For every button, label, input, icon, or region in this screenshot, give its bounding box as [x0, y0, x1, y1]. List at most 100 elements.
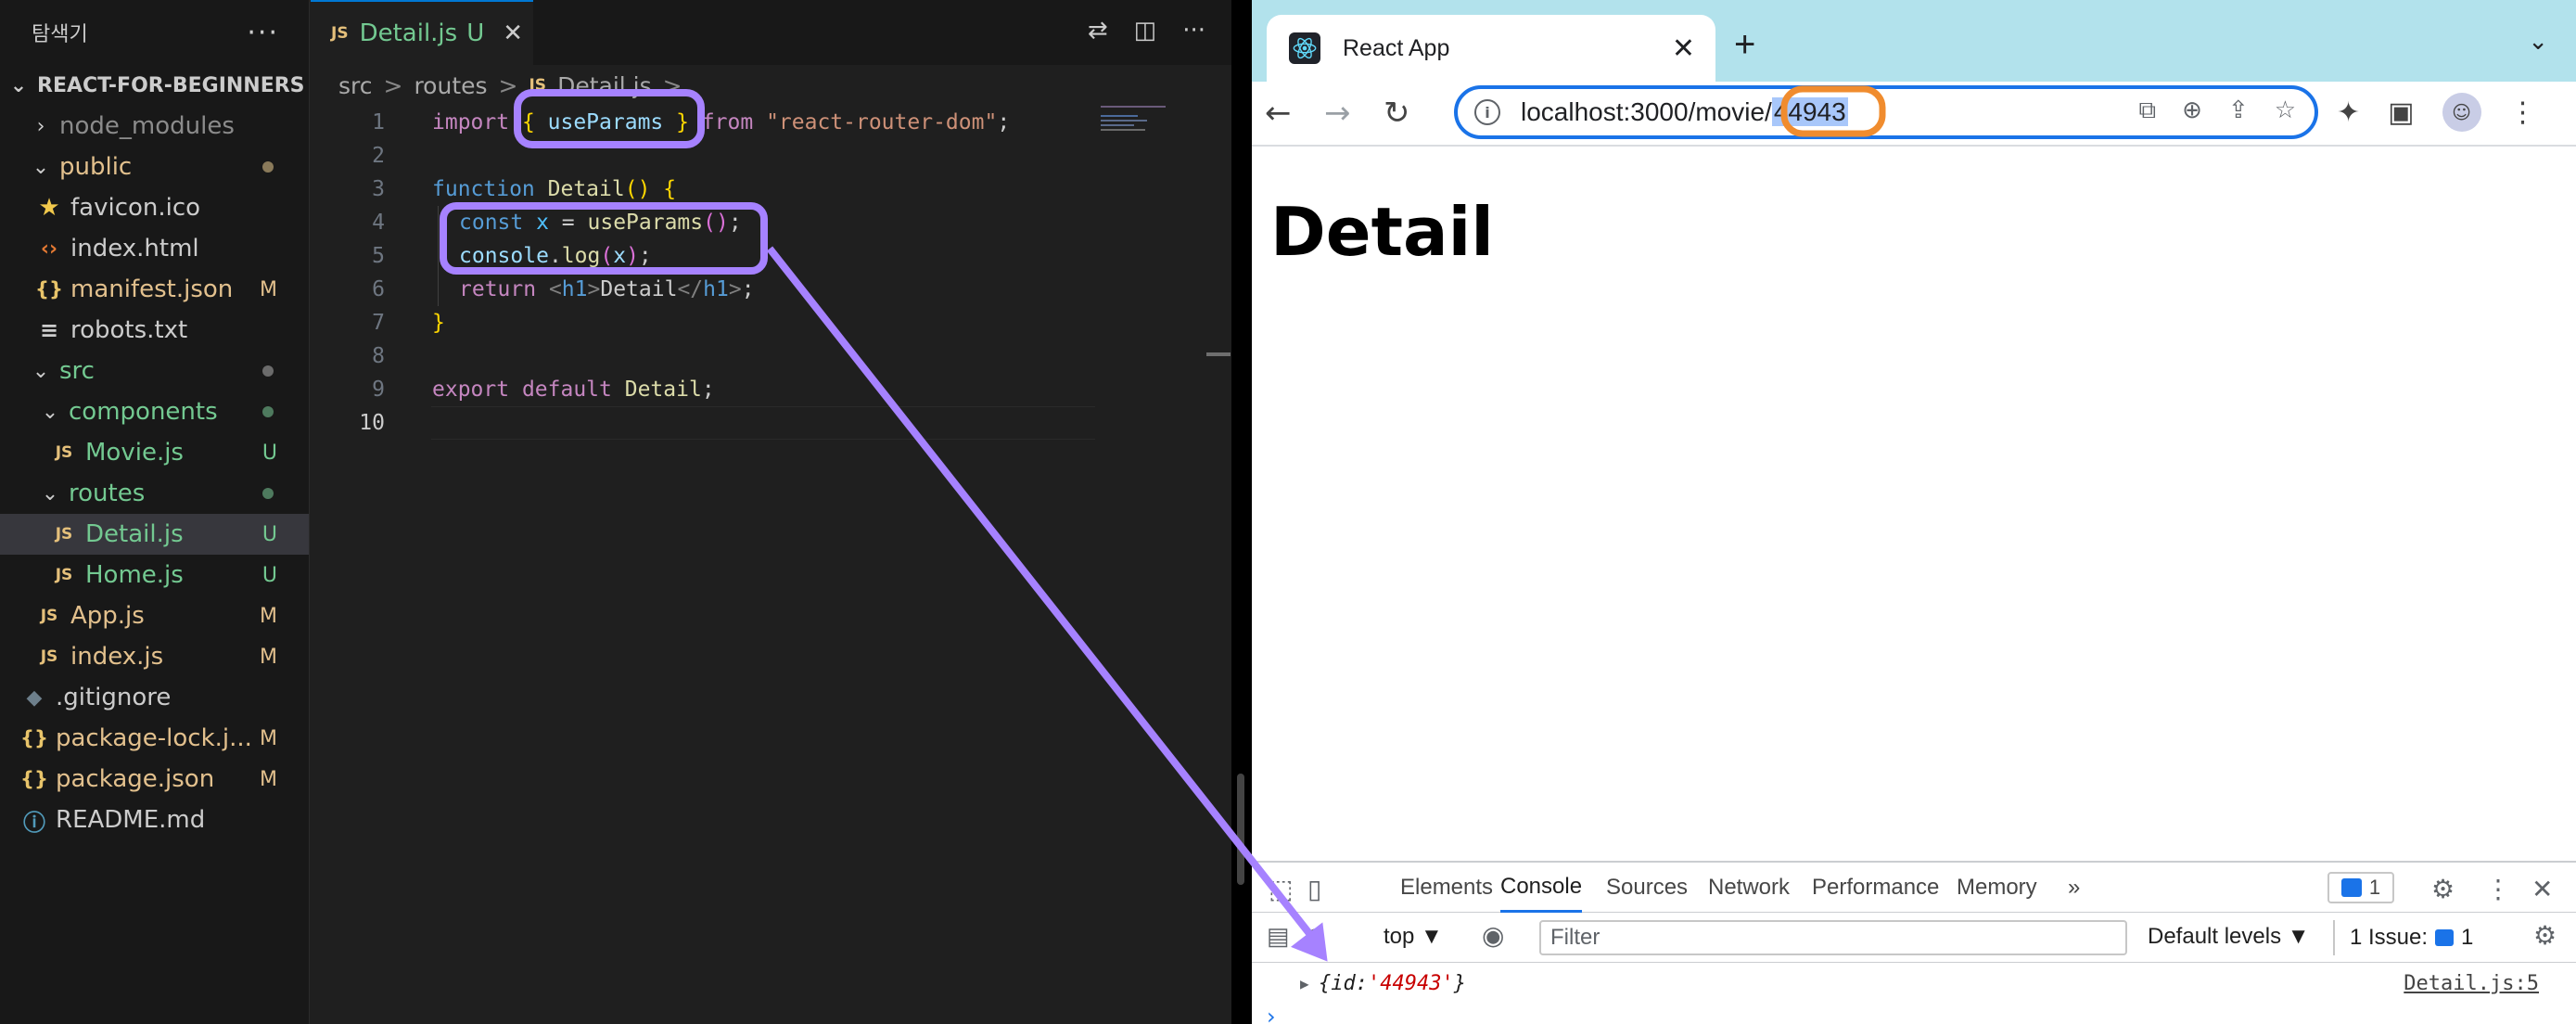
code-line: 6 return <h1>Detail</h1>; — [311, 273, 1231, 306]
tree-item-label: src — [59, 357, 95, 385]
compare-changes-icon[interactable]: ⇄ — [1088, 17, 1108, 45]
gear-icon[interactable]: ⚙ — [2431, 874, 2455, 904]
untracked-dot — [262, 488, 274, 499]
code-text: console.log(x); — [459, 244, 652, 268]
new-tab-button[interactable]: + — [1734, 24, 1755, 65]
tree-item-label: package.json — [56, 765, 215, 793]
tree-item-package-json[interactable]: {} package.json M — [0, 759, 309, 800]
tree-item-robots[interactable]: ≡ robots.txt — [0, 310, 309, 351]
tree-item-home-js[interactable]: JS Home.js U — [0, 555, 309, 595]
tree-root-folder[interactable]: ⌄ REACT-FOR-BEGINNERS — [0, 65, 309, 106]
url-text[interactable]: localhost:3000/movie/44943 — [1521, 97, 1848, 127]
devtools-tab-performance[interactable]: Performance — [1812, 863, 1939, 913]
side-panel-icon[interactable]: ▣ — [2388, 96, 2414, 129]
filter-input[interactable]: Filter — [1539, 920, 2127, 955]
context-selector[interactable]: top ▼ — [1384, 924, 1443, 950]
tree-item-detail-js[interactable]: JS Detail.js U — [0, 514, 309, 555]
reload-icon[interactable]: ↻ — [1384, 95, 1410, 132]
code-line: 3 function Detail() { — [311, 173, 1231, 206]
tree-item-label: favicon.ico — [70, 194, 201, 222]
console-prompt[interactable]: › — [1267, 1004, 1276, 1024]
browser-tab-strip: React App ✕ + ⌄ — [1252, 0, 2576, 82]
menu-kebab-icon[interactable]: ⋮ — [2509, 96, 2537, 129]
gear-icon[interactable]: ⚙ — [2533, 920, 2557, 951]
info-icon[interactable]: i — [1474, 99, 1500, 125]
breadcrumb-routes[interactable]: routes — [414, 72, 487, 99]
chevron-right-icon: > — [498, 71, 518, 99]
code-text: function Detail() { — [432, 177, 677, 201]
tree-item-label: Home.js — [85, 561, 184, 589]
code-area[interactable]: 1 import { useParams } from "react-route… — [311, 106, 1231, 440]
close-icon[interactable]: ✕ — [1672, 32, 1695, 65]
star-icon[interactable]: ☆ — [2275, 96, 2296, 125]
untracked-dot — [262, 406, 274, 417]
tree-item-gitignore[interactable]: ◆ .gitignore — [0, 677, 309, 718]
tree-item-label: index.html — [70, 235, 199, 262]
chevron-down-icon[interactable]: ⌄ — [2528, 28, 2548, 56]
close-icon[interactable]: ✕ — [503, 19, 523, 47]
device-toolbar-icon[interactable]: ▯ — [1307, 874, 1321, 904]
inspect-element-icon[interactable]: ⬚ — [1269, 874, 1293, 904]
js-file-icon: JS — [55, 443, 73, 462]
back-arrow-icon[interactable]: ← — [1265, 95, 1292, 132]
tree-item-package-lock[interactable]: {} package-lock.j... M — [0, 718, 309, 759]
clear-console-icon[interactable]: ⊘ — [1306, 922, 1326, 951]
zoom-icon[interactable]: ⊕ — [2182, 96, 2202, 125]
tree-item-app-js[interactable]: JS App.js M — [0, 595, 309, 636]
tree-item-routes[interactable]: ⌄ routes — [0, 473, 309, 514]
address-bar[interactable]: i localhost:3000/movie/44943 ⧉ ⊕ ⇪ ☆ — [1454, 85, 2318, 139]
js-file-icon: JS — [40, 647, 58, 666]
more-tabs-icon[interactable]: » — [2068, 863, 2080, 913]
minimap[interactable] — [1101, 106, 1212, 143]
menu-kebab-icon[interactable]: ⋮ — [2485, 874, 2511, 904]
eye-icon[interactable]: ◉ — [1482, 920, 1504, 951]
tree-item-readme[interactable]: ⓘ README.md — [0, 800, 309, 840]
expand-triangle-icon[interactable]: ▶ — [1300, 975, 1309, 992]
forward-arrow-icon[interactable]: → — [1324, 95, 1351, 132]
tree-item-public[interactable]: ⌄ public — [0, 147, 309, 187]
tree-item-node-modules[interactable]: › node_modules — [0, 106, 309, 147]
devtools-tab-network[interactable]: Network — [1708, 863, 1790, 913]
sidebar-toggle-icon[interactable]: ▤ — [1267, 922, 1290, 951]
tree-item-components[interactable]: ⌄ components — [0, 391, 309, 432]
avatar[interactable]: ☺ — [2442, 93, 2481, 132]
more-actions-icon[interactable]: ··· — [1182, 17, 1205, 45]
tree-item-movie-js[interactable]: JS Movie.js U — [0, 432, 309, 473]
function-body: 4 const x = useParams(); 5 console.log(x… — [311, 206, 1231, 306]
tree-item-label: package-lock.j... — [56, 724, 252, 752]
code-text: return <h1>Detail</h1>; — [459, 277, 755, 301]
share-icon[interactable]: ⇪ — [2228, 96, 2249, 125]
git-status-badge: M — [260, 767, 277, 791]
drag-handle[interactable] — [1237, 774, 1244, 885]
issues-label: 1 Issue: — [2350, 925, 2429, 950]
tree-item-src[interactable]: ⌄ src — [0, 351, 309, 391]
tab-title: React App — [1343, 34, 1450, 61]
log-source-link[interactable]: Detail.js:5 — [2404, 972, 2539, 995]
messages-badge[interactable]: 1 — [2327, 872, 2394, 903]
issues-button[interactable]: 1 Issue: 1 — [2333, 920, 2493, 955]
tree-item-manifest[interactable]: {} manifest.json M — [0, 269, 309, 310]
more-actions-icon[interactable]: ··· — [247, 17, 279, 49]
breadcrumb-src[interactable]: src — [338, 72, 373, 99]
translate-icon[interactable]: ⧉ — [2139, 96, 2157, 125]
breadcrumb: src > routes > JS Detail.js > — [311, 65, 1231, 106]
devtools-tab-sources[interactable]: Sources — [1606, 863, 1688, 913]
devtools-tab-elements[interactable]: Elements — [1400, 863, 1493, 913]
devtools-tab-console[interactable]: Console — [1500, 863, 1583, 913]
editor-tab-detail-js[interactable]: JS Detail.js U ✕ — [311, 0, 533, 65]
close-icon[interactable]: ✕ — [2531, 874, 2553, 904]
tree-item-index-js[interactable]: JS index.js M — [0, 636, 309, 677]
breadcrumb-file[interactable]: Detail.js — [557, 72, 652, 99]
tree-item-index-html[interactable]: ‹› index.html — [0, 228, 309, 269]
code-line: 1 import { useParams } from "react-route… — [311, 106, 1231, 139]
info-file-icon: ⓘ — [23, 809, 45, 836]
log-levels-dropdown[interactable]: Default levels ▼ — [2148, 924, 2310, 950]
devtools-tab-memory[interactable]: Memory — [1957, 863, 2037, 913]
console-log-entry[interactable]: ▶ {id: '44943' } Detail.js:5 — [1252, 963, 2576, 1004]
split-editor-icon[interactable]: ◫ — [1134, 17, 1157, 45]
extensions-icon[interactable]: ✦ — [2337, 96, 2360, 129]
tree-item-favicon[interactable]: ★ favicon.ico — [0, 187, 309, 228]
browser-tab-react-app[interactable]: React App ✕ — [1267, 15, 1715, 82]
window-splitter[interactable] — [1231, 0, 1252, 1024]
scrollbar-marker[interactable] — [1206, 352, 1231, 356]
